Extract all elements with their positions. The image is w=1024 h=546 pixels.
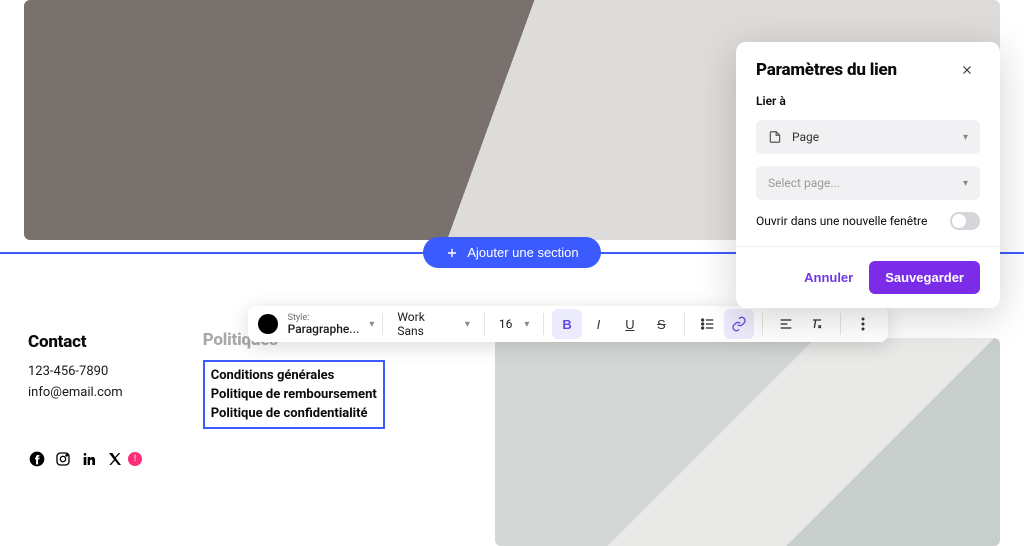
link-to-label: Lier à bbox=[756, 94, 980, 108]
policy-item: Politique de remboursement bbox=[211, 385, 377, 404]
page-canvas: Ajouter une section Contact 123-456-7890… bbox=[0, 0, 1024, 546]
contact-email: info@email.com bbox=[28, 385, 123, 400]
strikethrough-button[interactable]: S bbox=[647, 309, 676, 339]
footer-contact-column: Contact 123-456-7890 info@email.com bbox=[28, 332, 123, 429]
text-format-toolbar: Style: Paragraphe... ▾ Work Sans ▾ 16 ▾ … bbox=[248, 306, 888, 342]
link-button[interactable] bbox=[724, 309, 753, 339]
close-button[interactable] bbox=[960, 60, 980, 80]
bold-button[interactable]: B bbox=[552, 309, 581, 339]
font-family-value: Work Sans bbox=[397, 310, 452, 338]
policy-item: Conditions générales bbox=[211, 366, 377, 385]
add-section-button[interactable]: Ajouter une section bbox=[423, 237, 600, 268]
add-section-label: Ajouter une section bbox=[467, 245, 578, 260]
contact-phone: 123-456-7890 bbox=[28, 364, 123, 379]
page-icon bbox=[768, 130, 782, 144]
underline-button[interactable]: U bbox=[615, 309, 644, 339]
footer-policies-column: Politiques Conditions générales Politiqu… bbox=[203, 332, 385, 429]
new-window-row: Ouvrir dans une nouvelle fenêtre bbox=[756, 212, 980, 230]
plus-icon bbox=[445, 246, 459, 260]
x-twitter-icon[interactable] bbox=[106, 450, 124, 468]
separator bbox=[840, 313, 841, 335]
font-size-value: 16 bbox=[499, 317, 513, 331]
page-select-placeholder: Select page... bbox=[768, 176, 840, 190]
clear-format-button[interactable] bbox=[802, 309, 831, 339]
style-selector[interactable]: Style: Paragraphe... bbox=[288, 314, 360, 335]
bullet-list-button[interactable] bbox=[693, 309, 722, 339]
align-button[interactable] bbox=[771, 309, 800, 339]
chevron-down-icon: ▾ bbox=[963, 132, 968, 143]
policy-item: Politique de confidentialité bbox=[211, 404, 377, 423]
style-value: Paragraphe... bbox=[288, 323, 360, 335]
text-color-swatch[interactable] bbox=[258, 314, 278, 334]
cancel-button[interactable]: Annuler bbox=[804, 261, 853, 294]
separator bbox=[762, 313, 763, 335]
contact-heading: Contact bbox=[28, 332, 123, 352]
close-icon bbox=[960, 63, 974, 77]
facebook-icon[interactable] bbox=[28, 450, 46, 468]
chevron-down-icon: ▾ bbox=[524, 319, 529, 330]
font-size-selector[interactable]: 16 ▾ bbox=[493, 317, 536, 331]
separator bbox=[684, 313, 685, 335]
more-button[interactable] bbox=[849, 309, 878, 339]
separator bbox=[382, 313, 383, 335]
footer: Contact 123-456-7890 info@email.com Poli… bbox=[28, 332, 996, 429]
separator bbox=[484, 313, 485, 335]
link-type-select[interactable]: Page ▾ bbox=[756, 120, 980, 154]
page-select[interactable]: Select page... ▾ bbox=[756, 166, 980, 200]
panel-body: Lier à Page ▾ Select page... ▾ Ouvrir da… bbox=[736, 94, 1000, 246]
link-settings-panel: Paramètres du lien Lier à Page ▾ Select … bbox=[736, 42, 1000, 308]
chevron-down-icon: ▾ bbox=[369, 319, 374, 330]
chevron-down-icon: ▾ bbox=[465, 319, 470, 330]
new-window-label: Ouvrir dans une nouvelle fenêtre bbox=[756, 214, 927, 228]
panel-header: Paramètres du lien bbox=[736, 42, 1000, 94]
social-warning-badge: ! bbox=[128, 452, 142, 466]
save-button[interactable]: Sauvegarder bbox=[869, 261, 980, 294]
linkedin-icon[interactable] bbox=[80, 450, 98, 468]
font-family-selector[interactable]: Work Sans ▾ bbox=[391, 310, 476, 338]
panel-title: Paramètres du lien bbox=[756, 60, 897, 80]
chevron-down-icon: ▾ bbox=[963, 178, 968, 189]
new-window-toggle[interactable] bbox=[950, 212, 980, 230]
separator bbox=[543, 313, 544, 335]
panel-footer: Annuler Sauvegarder bbox=[736, 246, 1000, 308]
selected-text-block[interactable]: Conditions générales Politique de rembou… bbox=[203, 360, 385, 429]
link-type-value: Page bbox=[792, 130, 819, 144]
instagram-icon[interactable] bbox=[54, 450, 72, 468]
italic-button[interactable]: I bbox=[584, 309, 613, 339]
social-icons: ! bbox=[28, 450, 142, 468]
